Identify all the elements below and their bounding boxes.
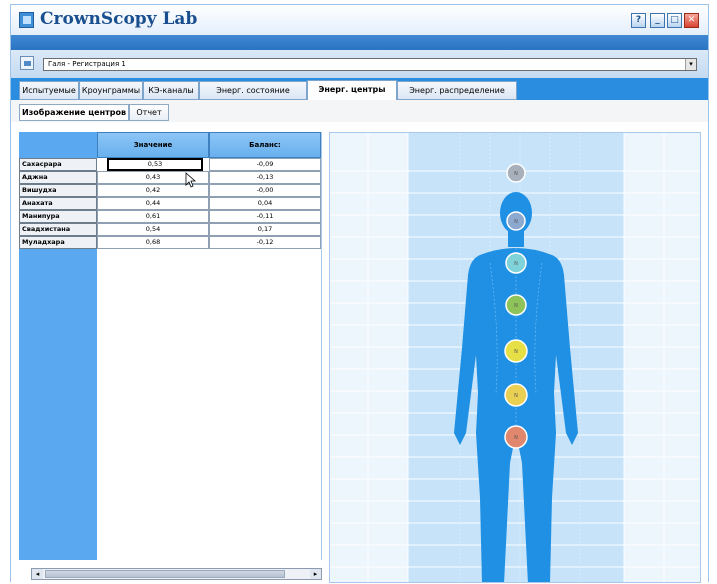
- chakra-label: N: [514, 261, 518, 267]
- body-figure-canvas: N N N N N N N: [330, 133, 700, 582]
- registration-select[interactable]: Галя - Регистрация 1 ▾: [43, 58, 697, 71]
- scroll-right-icon[interactable]: ▸: [310, 569, 321, 579]
- balance-cell[interactable]: 0,04: [209, 197, 321, 210]
- content-area: Значение Баланс: Сахасрара 0,53 -0,09 Ад…: [11, 122, 708, 583]
- chakra-label: N: [514, 393, 518, 399]
- table-row[interactable]: Свадхистана 0,54 0,17: [19, 223, 322, 236]
- chakra-label: N: [514, 219, 518, 225]
- app-logo-icon: [19, 12, 34, 28]
- column-header-value[interactable]: Значение: [97, 132, 209, 158]
- row-label: Свадхистана: [19, 223, 97, 236]
- maximize-button[interactable]: □: [667, 13, 682, 28]
- balance-cell[interactable]: -0,00: [209, 184, 321, 197]
- app-title: CrownScopy Lab: [40, 9, 198, 29]
- tab-energy-distribution[interactable]: Энерг. распределение: [397, 81, 517, 100]
- value-cell[interactable]: 0,53: [107, 158, 203, 171]
- title-bar[interactable]: CrownScopy Lab ? _ □ ✕: [11, 5, 708, 35]
- row-label: Анахата: [19, 197, 97, 210]
- scroll-left-icon[interactable]: ◂: [32, 569, 43, 579]
- mouse-pointer-icon: [185, 172, 197, 188]
- tab-crowngrams[interactable]: Кроунграммы: [79, 81, 143, 100]
- tab-subjects[interactable]: Испытуемые: [19, 81, 79, 100]
- table-corner: [19, 132, 97, 158]
- menu-band: [11, 35, 708, 50]
- value-cell[interactable]: 0,68: [97, 236, 209, 249]
- table-row[interactable]: Сахасрара 0,53 -0,09: [19, 158, 322, 171]
- chevron-down-icon[interactable]: ▾: [685, 59, 696, 70]
- table-row[interactable]: Вишудха 0,42 -0,00: [19, 184, 322, 197]
- value-cell[interactable]: 0,61: [97, 210, 209, 223]
- subtab-centers-image[interactable]: Изображение центров: [19, 104, 129, 121]
- minimize-button[interactable]: _: [650, 13, 665, 28]
- column-header-balance[interactable]: Баланс:: [209, 132, 321, 158]
- sub-tabs: Изображение центров Отчет: [11, 100, 708, 122]
- balance-cell[interactable]: 0,17: [209, 223, 321, 236]
- row-label: Сахасрара: [19, 158, 97, 171]
- balance-cell[interactable]: -0,12: [209, 236, 321, 249]
- tab-ke-channels[interactable]: КЭ-каналы: [143, 81, 199, 100]
- chakra-label: N: [514, 435, 518, 441]
- chakra-table: Значение Баланс: Сахасрара 0,53 -0,09 Ад…: [19, 132, 322, 560]
- table-row[interactable]: Манипура 0,61 -0,11: [19, 210, 322, 223]
- table-row[interactable]: Анахата 0,44 0,04: [19, 197, 322, 210]
- body-visualization: N N N N N N N: [329, 132, 701, 583]
- balance-cell[interactable]: -0,09: [209, 158, 321, 171]
- value-cell[interactable]: 0,44: [97, 197, 209, 210]
- app-window: CrownScopy Lab ? _ □ ✕ Галя - Регистраци…: [10, 4, 709, 583]
- row-label: Вишудха: [19, 184, 97, 197]
- value-cell[interactable]: 0,54: [97, 223, 209, 236]
- horizontal-scrollbar[interactable]: ◂ ▸: [31, 568, 322, 580]
- chakra-label: N: [514, 349, 518, 355]
- subtab-report[interactable]: Отчет: [129, 104, 169, 121]
- tab-energy-state[interactable]: Энерг. состояние: [199, 81, 307, 100]
- help-button[interactable]: ?: [631, 13, 646, 28]
- table-row[interactable]: Муладхара 0,68 -0,12: [19, 236, 322, 249]
- registration-select-value: Галя - Регистрация 1: [48, 60, 126, 68]
- table-row[interactable]: Аджна 0,43 -0,13: [19, 171, 322, 184]
- main-tabs: Испытуемые Кроунграммы КЭ-каналы Энерг. …: [11, 78, 708, 100]
- registration-row: Галя - Регистрация 1 ▾: [11, 50, 708, 78]
- row-label: Муладхара: [19, 236, 97, 249]
- row-label: Аджна: [19, 171, 97, 184]
- balance-cell[interactable]: -0,11: [209, 210, 321, 223]
- close-button[interactable]: ✕: [684, 13, 699, 28]
- scrollbar-thumb[interactable]: [45, 570, 285, 578]
- chakra-label: N: [514, 171, 518, 177]
- row-label: Манипура: [19, 210, 97, 223]
- balance-cell[interactable]: -0,13: [209, 171, 321, 184]
- tab-energy-centers[interactable]: Энерг. центры: [307, 80, 397, 100]
- chakra-label: N: [514, 303, 518, 309]
- registration-icon[interactable]: [20, 56, 34, 70]
